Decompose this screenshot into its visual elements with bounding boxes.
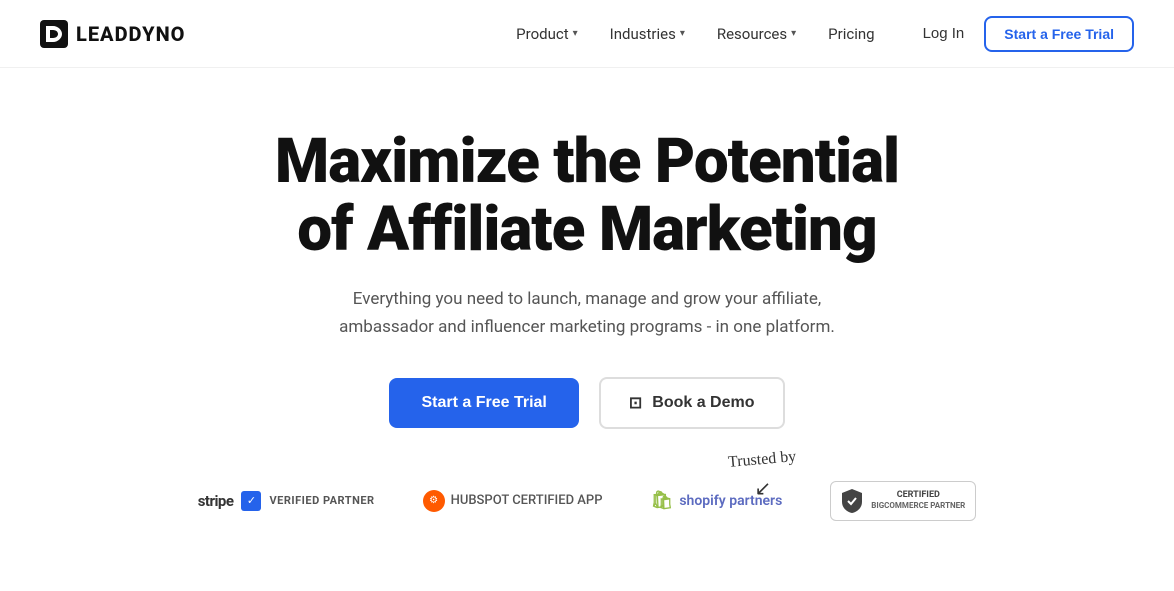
nav-actions: Log In Start a Free Trial (923, 16, 1134, 52)
logo[interactable]: LEADDYNO (40, 20, 185, 48)
trusted-annotation: Trusted by (727, 448, 797, 472)
nav-industries[interactable]: Industries ▾ (610, 25, 685, 43)
shopify-icon: 🛍 (651, 490, 674, 511)
shield-icon (841, 488, 863, 514)
hero-title: Maximize the Potential of Affiliate Mark… (275, 128, 899, 264)
certified-badge: CERTIFIED BigCommerce Partner (830, 481, 976, 521)
calendar-icon: ⊡ (629, 393, 642, 413)
nav-pricing[interactable]: Pricing (828, 25, 874, 43)
arrow-icon: ↙ (755, 476, 772, 500)
nav-resources[interactable]: Resources ▾ (717, 25, 796, 43)
chevron-down-icon: ▾ (680, 28, 685, 39)
stripe-badge: stripe ✓ VERIFIED PARTNER (198, 491, 375, 511)
nav-links: Product ▾ Industries ▾ Resources ▾ Prici… (516, 25, 874, 43)
hero-section: Maximize the Potential of Affiliate Mark… (0, 68, 1174, 591)
login-button[interactable]: Log In (923, 25, 965, 42)
logo-text: LEADDYNO (76, 22, 185, 46)
hubspot-icon: ⚙ (423, 490, 445, 512)
nav-product[interactable]: Product ▾ (516, 25, 577, 43)
hero-demo-button[interactable]: ⊡ Book a Demo (599, 377, 785, 429)
chevron-down-icon: ▾ (573, 28, 578, 39)
chevron-down-icon: ▾ (791, 28, 796, 39)
hero-subtitle: Everything you need to launch, manage an… (327, 286, 847, 340)
hubspot-badge: ⚙ HUBSPOT CERTIFIED APP (423, 490, 603, 512)
hero-trial-button[interactable]: Start a Free Trial (389, 378, 578, 428)
verified-checkmark-icon: ✓ (241, 491, 261, 511)
trusted-section: Trusted by ↙ stripe ✓ VERIFIED PARTNER ⚙… (158, 481, 1017, 551)
nav-trial-button[interactable]: Start a Free Trial (984, 16, 1134, 52)
navbar: LEADDYNO Product ▾ Industries ▾ Resource… (0, 0, 1174, 68)
hero-buttons: Start a Free Trial ⊡ Book a Demo (389, 377, 784, 429)
